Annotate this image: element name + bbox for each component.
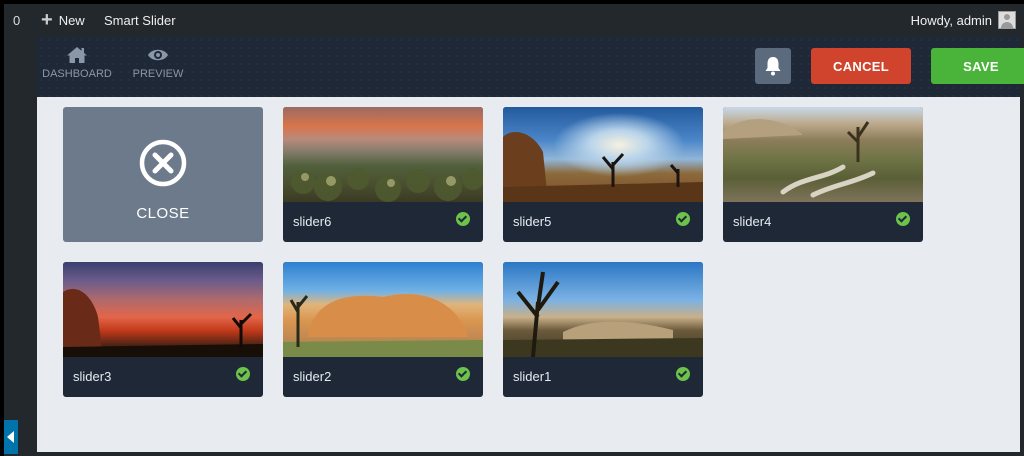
check-icon	[676, 367, 690, 381]
preview-button[interactable]: PREVIEW	[132, 46, 184, 80]
check-icon	[236, 367, 250, 381]
avatar-icon[interactable]	[998, 11, 1016, 29]
screen: 0 + New Smart Slider Howdy, admin DASHBO…	[0, 0, 1024, 456]
close-label: CLOSE	[136, 205, 190, 222]
slider-card[interactable]: slider6	[283, 107, 483, 242]
collapse-menu-button[interactable]	[4, 420, 18, 454]
slider-card[interactable]: slider3	[63, 262, 263, 397]
right-edge	[1020, 36, 1024, 456]
slider-thumbnail	[503, 262, 703, 357]
slider-name: slider1	[513, 369, 552, 384]
preview-label: PREVIEW	[132, 68, 184, 80]
dashboard-button[interactable]: DASHBOARD	[42, 46, 112, 80]
slider-card[interactable]: slider1	[503, 262, 703, 397]
new-content-menu[interactable]: + New	[41, 9, 85, 31]
check-icon	[456, 212, 470, 226]
save-button[interactable]: SAVE	[931, 48, 1024, 84]
check-icon	[896, 212, 910, 226]
slider-thumbnail	[283, 262, 483, 357]
slider-card[interactable]: slider4	[723, 107, 923, 242]
slider-name: slider5	[513, 214, 552, 229]
slider-thumbnail	[723, 107, 923, 202]
dashboard-label: DASHBOARD	[42, 68, 112, 80]
eye-icon	[148, 49, 168, 61]
slider-name: slider4	[733, 214, 772, 229]
slider-thumbnail	[63, 262, 263, 357]
new-label: New	[58, 13, 85, 28]
wp-admin-bar: 0 + New Smart Slider Howdy, admin	[4, 4, 1024, 36]
notifications-button[interactable]	[755, 48, 791, 84]
slider-card[interactable]: slider2	[283, 262, 483, 397]
smart-slider-topbar: DASHBOARD PREVIEW CANCEL SAVE	[37, 36, 1024, 97]
slider-card[interactable]: slider5	[503, 107, 703, 242]
check-icon	[676, 212, 690, 226]
slider-name: slider2	[293, 369, 332, 384]
slider-picker: CLOSE slider6 slider5 slider4 slider3 sl…	[37, 97, 1020, 452]
slider-thumbnail	[503, 107, 703, 202]
bottom-edge	[37, 452, 1020, 456]
user-greeting[interactable]: Howdy, admin	[911, 13, 992, 28]
slider-name: slider3	[73, 369, 112, 384]
wp-sidebar-edge	[4, 36, 37, 456]
slider-name: slider6	[293, 214, 332, 229]
check-icon	[456, 367, 470, 381]
comments-count[interactable]: 0	[13, 13, 20, 28]
cancel-button[interactable]: CANCEL	[811, 48, 911, 84]
smart-slider-menu[interactable]: Smart Slider	[104, 13, 176, 28]
close-card[interactable]: CLOSE	[63, 107, 263, 242]
slider-thumbnail	[283, 107, 483, 202]
bell-icon	[765, 57, 781, 76]
home-icon	[67, 47, 87, 63]
close-circle-icon	[139, 139, 187, 187]
plus-icon: +	[41, 9, 53, 31]
